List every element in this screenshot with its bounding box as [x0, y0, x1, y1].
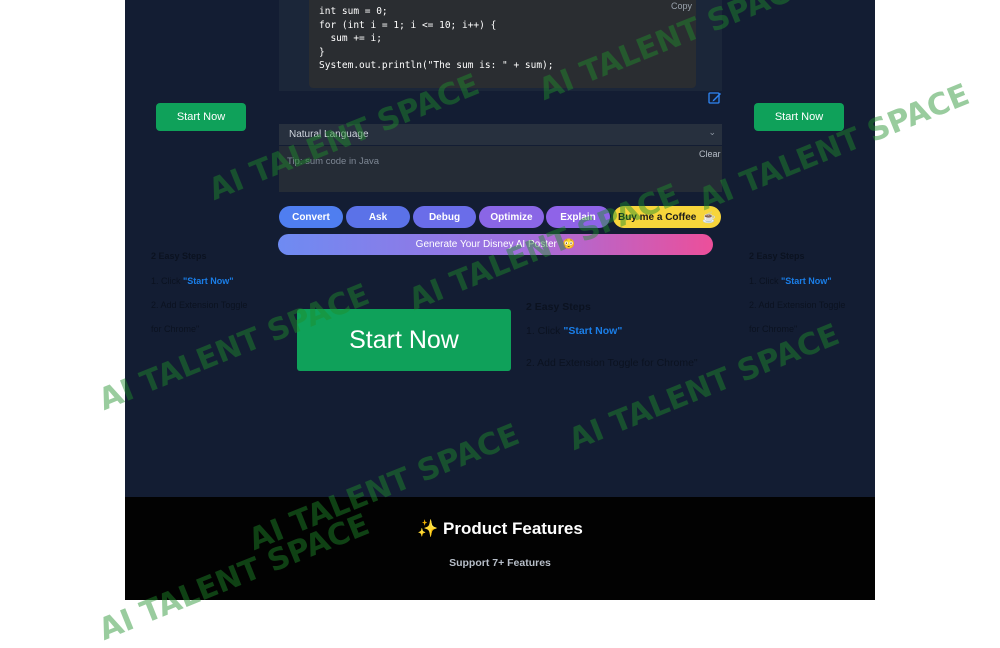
language-select-value: Natural Language — [289, 129, 369, 140]
coffee-icon: ☕ — [702, 211, 717, 224]
code-output: int sum = 0; for (int i = 1; i <= 10; i+… — [319, 6, 554, 71]
step-1: 1. Click "Start Now" — [151, 276, 234, 286]
features-title: ✨ Product Features — [417, 519, 583, 538]
flushed-face-emoji: 😳 — [562, 239, 576, 250]
ask-button[interactable]: Ask — [346, 206, 410, 228]
step-2: 2. Add Extension Toggle — [151, 300, 248, 310]
step-2-continued: for Chrome" — [151, 324, 200, 334]
optimize-button[interactable]: Optimize — [479, 206, 544, 228]
start-now-link[interactable]: "Start Now" — [183, 276, 234, 286]
step-1: 1. Click "Start Now" — [749, 276, 832, 286]
disney-poster-label: Generate Your Disney AI Poster — [415, 239, 557, 250]
steps-main: 2 Easy Steps 1. Click "Start Now" 2. Add… — [526, 301, 698, 369]
step-2: 2. Add Extension Toggle — [749, 300, 846, 310]
start-now-button-left[interactable]: Start Now — [156, 103, 246, 131]
buy-coffee-label: Buy me a Coffee — [617, 211, 697, 223]
start-now-button-right[interactable]: Start Now — [754, 103, 844, 131]
chevron-down-icon: ⌄ — [708, 127, 716, 137]
start-now-main-button[interactable]: Start Now — [297, 309, 511, 371]
code-output-box: int sum = 0; for (int i = 1; i <= 10; i+… — [309, 0, 696, 88]
prompt-input[interactable]: Tip: sum code in Java — [279, 146, 722, 192]
debug-button[interactable]: Debug — [413, 206, 476, 228]
edit-icon[interactable] — [708, 91, 722, 105]
convert-button[interactable]: Convert — [279, 206, 343, 228]
features-subtitle: Support 7+ Features — [449, 557, 551, 569]
explain-button[interactable]: Explain — [546, 206, 610, 228]
clear-button[interactable]: Clear — [699, 149, 721, 159]
language-select[interactable]: Natural Language ⌄ — [279, 124, 722, 145]
step-2-continued: for Chrome" — [749, 324, 798, 334]
start-now-link[interactable]: "Start Now" — [781, 276, 832, 286]
start-now-link[interactable]: "Start Now" — [563, 325, 622, 337]
steps-title: 2 Easy Steps — [151, 251, 207, 261]
step-2: 2. Add Extension Toggle for Chrome" — [526, 357, 698, 369]
prompt-placeholder: Tip: sum code in Java — [287, 156, 380, 167]
copy-button[interactable]: Copy — [671, 1, 692, 11]
steps-title: 2 Easy Steps — [526, 301, 591, 313]
disney-poster-button[interactable]: Generate Your Disney AI Poster 😳 — [278, 234, 713, 255]
features-section — [125, 497, 875, 600]
buy-coffee-button[interactable]: Buy me a Coffee ☕ — [613, 206, 721, 228]
step-1: 1. Click "Start Now" — [526, 325, 623, 337]
steps-right: 2 Easy Steps 1. Click "Start Now" 2. Add… — [749, 251, 845, 334]
steps-left: 2 Easy Steps 1. Click "Start Now" 2. Add… — [151, 251, 247, 334]
steps-title: 2 Easy Steps — [749, 251, 805, 261]
